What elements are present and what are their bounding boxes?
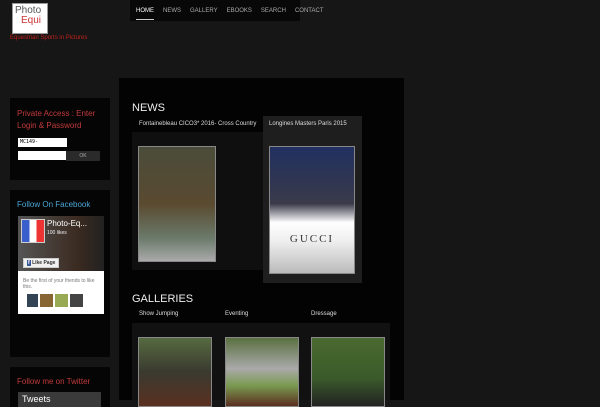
facebook-friends-text: Be the first of your friends to like thi… xyxy=(23,278,95,290)
friend-avatar[interactable] xyxy=(70,294,83,307)
login-input[interactable]: MC149- xyxy=(18,138,67,147)
twitter-widget: Follow me on Twitter Tweets xyxy=(10,367,110,407)
friend-avatars xyxy=(27,294,83,307)
facebook-embed: Photo-Eq... 100 likes f Like Page Be the… xyxy=(18,216,104,314)
tagline: Equestrian Sports in Pictures xyxy=(10,35,88,41)
friend-avatar[interactable] xyxy=(55,294,68,307)
nav-gallery[interactable]: GALLERY xyxy=(190,8,218,21)
main-nav: HOME NEWS GALLERY EBOOKS SEARCH CONTACT xyxy=(130,0,324,21)
ok-button[interactable]: OK xyxy=(66,151,100,161)
nav-contact[interactable]: CONTACT xyxy=(295,8,324,21)
news-photo-cross-country[interactable] xyxy=(138,146,216,262)
nav-search[interactable]: SEARCH xyxy=(261,8,286,21)
private-access-widget: Private Access : Enter Login & Password … xyxy=(10,98,110,180)
twitter-title: Follow me on Twitter xyxy=(17,377,91,386)
facebook-likes: 100 likes xyxy=(47,230,67,236)
like-page-button[interactable]: f Like Page xyxy=(23,258,60,268)
password-input[interactable] xyxy=(18,151,67,160)
facebook-page-name[interactable]: Photo-Eq... xyxy=(47,219,87,228)
nav-ebooks[interactable]: EBOOKS xyxy=(227,8,252,21)
friend-avatar[interactable] xyxy=(40,294,53,307)
galleries-heading: GALLERIES xyxy=(132,293,194,305)
gallery-photo-dressage[interactable] xyxy=(311,337,385,407)
like-page-label: Like Page xyxy=(32,260,56,266)
friend-avatar[interactable] xyxy=(27,294,38,307)
facebook-icon: f xyxy=(27,260,31,266)
facebook-title: Follow On Facebook xyxy=(17,200,91,209)
nav-home[interactable]: HOME xyxy=(136,8,154,20)
news-item-title[interactable]: Longines Masters Paris 2015 xyxy=(269,121,347,127)
nav-news[interactable]: NEWS xyxy=(163,8,181,21)
news-heading: NEWS xyxy=(132,102,165,114)
gallery-photo-eventing[interactable] xyxy=(225,337,299,407)
news-photo-longines[interactable]: GUCCI xyxy=(269,146,355,274)
gallery-title[interactable]: Show Jumping xyxy=(139,311,178,317)
logo[interactable]: Photo Equi xyxy=(12,3,48,34)
facebook-page-avatar xyxy=(21,219,45,243)
gallery-title[interactable]: Dressage xyxy=(311,311,337,317)
news-item-title[interactable]: Fontainebleau CICO3* 2016- Cross Country xyxy=(139,121,256,127)
gallery-title[interactable]: Eventing xyxy=(225,311,248,317)
gallery-photo-show-jumping[interactable] xyxy=(138,337,212,407)
facebook-widget: Follow On Facebook Photo-Eq... 100 likes… xyxy=(10,190,110,357)
logo-line2: Equi xyxy=(21,15,42,26)
private-access-title: Private Access : Enter Login & Password xyxy=(17,109,96,130)
gucci-banner-text: GUCCI xyxy=(289,233,335,245)
